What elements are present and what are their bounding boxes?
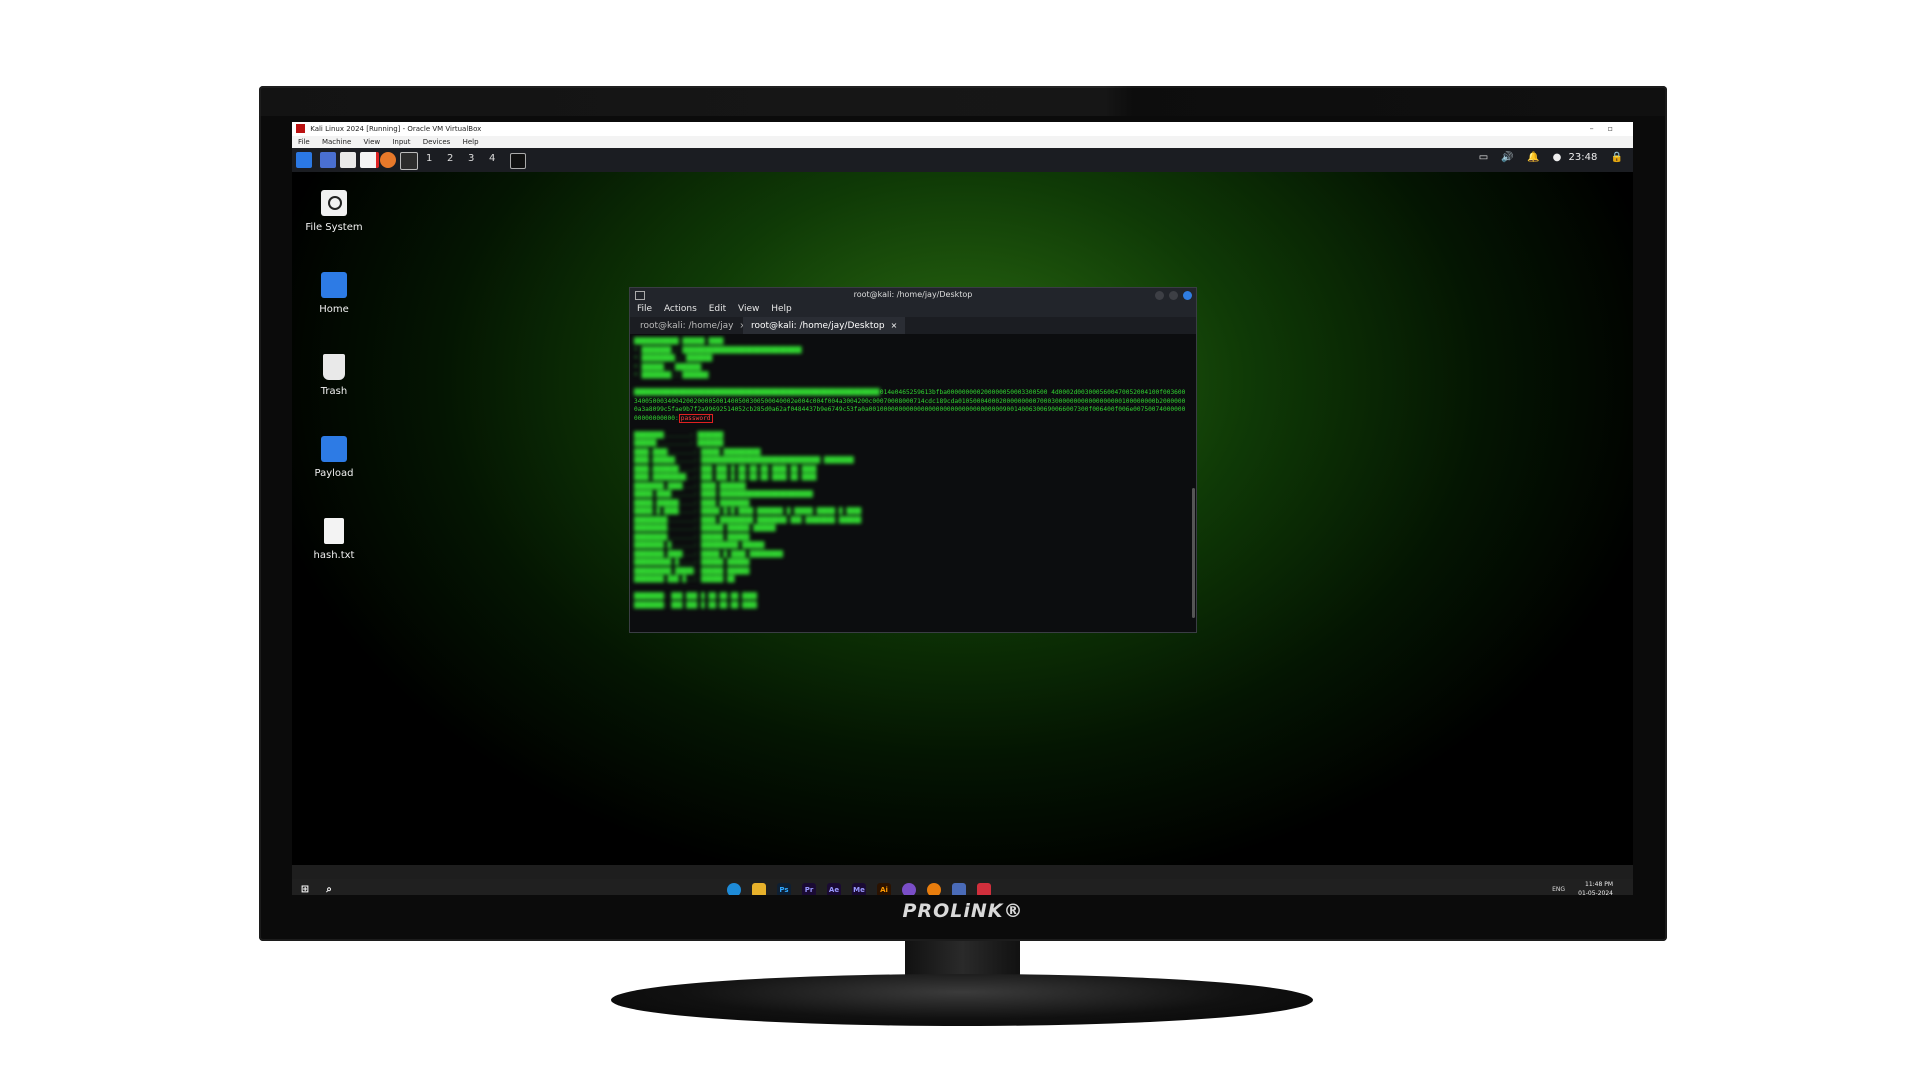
text-editor-icon[interactable] xyxy=(360,152,379,168)
kali-top-panel: 1 2 3 4 ▭ 🔊 🔔 ● 23:48 🔒 xyxy=(292,148,1633,172)
search-icon[interactable]: ⌕ xyxy=(322,883,336,895)
workspace-3[interactable]: 3 xyxy=(468,153,474,164)
terminal-window-icon xyxy=(635,291,645,300)
tab-label: root@kali: /home/jay xyxy=(640,321,734,331)
desktop-icon-label: Home xyxy=(319,304,349,315)
desktop-icon-label: Payload xyxy=(314,468,354,479)
workspace-1[interactable]: 1 xyxy=(426,153,432,164)
terminal-launcher-icon[interactable] xyxy=(400,152,418,170)
vbox-menu-view[interactable]: View xyxy=(364,138,381,146)
terminal-tabs: root@kali: /home/jay× root@kali: /home/j… xyxy=(630,317,1196,334)
vbox-window-title: Kali Linux 2024 [Running] - Oracle VM Vi… xyxy=(310,125,482,133)
terminal-tab-2[interactable]: root@kali: /home/jay/Desktop × xyxy=(743,317,906,334)
language-indicator[interactable]: ENG xyxy=(1552,886,1565,893)
cracked-hash-line: ████████████████████████████████████████… xyxy=(634,389,1186,423)
drive-icon xyxy=(321,190,347,216)
vbox-menu-input[interactable]: Input xyxy=(392,138,410,146)
cracked-password-highlight: password xyxy=(678,413,713,423)
vbox-status-strip xyxy=(292,865,1633,879)
notification-bell-icon[interactable]: 🔔 xyxy=(1527,152,1539,163)
monitor-bezel: Kali Linux 2024 [Running] - Oracle VM Vi… xyxy=(259,86,1667,941)
panel-clock[interactable]: 23:48 xyxy=(1569,152,1598,163)
terminal-window[interactable]: root@kali: /home/jay/Desktop File Action… xyxy=(629,287,1197,633)
windows-start-icon[interactable]: ⊞ xyxy=(298,883,312,895)
trash-icon xyxy=(323,354,345,380)
vbox-menu-machine[interactable]: Machine xyxy=(322,138,351,146)
desktop: File System Home Trash Payload hash.txt xyxy=(292,172,1633,865)
volume-icon[interactable]: 🔊 xyxy=(1501,152,1513,163)
home-folder-icon xyxy=(321,272,347,298)
maximize-button[interactable] xyxy=(1169,291,1178,300)
terminal-menu-file[interactable]: File xyxy=(637,304,652,314)
close-tab-icon[interactable]: × xyxy=(891,321,898,330)
close-button[interactable] xyxy=(1183,291,1192,300)
virtualbox-icon xyxy=(296,124,305,133)
blurred-session-stats: ████████.......: ███████ ██████.........… xyxy=(634,431,862,609)
desktop-icon-trash[interactable]: Trash xyxy=(299,354,369,397)
desktop-icon-hash-file[interactable]: hash.txt xyxy=(299,518,369,561)
file-manager-icon[interactable] xyxy=(340,152,356,168)
vbox-menu-file[interactable]: File xyxy=(298,138,310,146)
terminal-menu-actions[interactable]: Actions xyxy=(664,304,697,314)
firefox-icon[interactable] xyxy=(380,152,396,168)
show-desktop-icon[interactable] xyxy=(320,152,336,168)
vbox-menu-help[interactable]: Help xyxy=(463,138,479,146)
bezel-gloss xyxy=(259,86,1667,116)
edge-icon[interactable] xyxy=(727,883,741,895)
terminal-scrollbar[interactable] xyxy=(1192,488,1195,618)
terminal-title: root@kali: /home/jay/Desktop xyxy=(853,290,973,299)
taskbar-date: 01-05-2024 xyxy=(1578,890,1613,895)
window-controls[interactable]: –▫ xyxy=(1590,122,1627,136)
app-icon[interactable] xyxy=(902,883,916,895)
after-effects-icon[interactable]: Ae xyxy=(827,883,841,895)
panel-tray: ▭ 🔊 🔔 ● 23:48 🔒 xyxy=(1469,152,1623,163)
desktop-icon-file-system[interactable]: File System xyxy=(299,190,369,233)
screen: Kali Linux 2024 [Running] - Oracle VM Vi… xyxy=(292,122,1633,895)
terminal-menu-edit[interactable]: Edit xyxy=(709,304,726,314)
tab-label: root@kali: /home/jay/Desktop xyxy=(751,321,885,331)
photoshop-icon[interactable]: Ps xyxy=(777,883,791,895)
locked-file-icon xyxy=(324,518,344,544)
virtualbox-taskbar-icon[interactable] xyxy=(952,883,966,895)
lock-icon[interactable]: 🔒 xyxy=(1611,152,1623,163)
clock-icon[interactable]: ● xyxy=(1553,152,1562,163)
vbox-title-bar: Kali Linux 2024 [Running] - Oracle VM Vi… xyxy=(292,122,1633,136)
premiere-icon[interactable]: Pr xyxy=(802,883,816,895)
terminal-menu-view[interactable]: View xyxy=(738,304,759,314)
media-encoder-icon[interactable]: Me xyxy=(852,883,866,895)
app-icon[interactable] xyxy=(977,883,991,895)
vbox-menu-devices[interactable]: Devices xyxy=(423,138,451,146)
desktop-icon-label: File System xyxy=(305,222,363,233)
monitor-brand-logo: PROLiNK® xyxy=(902,900,1024,922)
folder-icon xyxy=(321,436,347,462)
terminal-output[interactable]: ████████████ ██████ ████ * ████████.: ██… xyxy=(630,335,1190,632)
display-icon[interactable]: ▭ xyxy=(1479,152,1488,163)
workspace-4[interactable]: 4 xyxy=(489,153,495,164)
terminal-tab-1[interactable]: root@kali: /home/jay× xyxy=(632,317,754,334)
desktop-icon-label: hash.txt xyxy=(313,550,355,561)
terminal-menubar: File Actions Edit View Help xyxy=(630,302,1196,317)
terminal-title-bar[interactable]: root@kali: /home/jay/Desktop xyxy=(630,288,1196,302)
desktop-icon-home[interactable]: Home xyxy=(299,272,369,315)
taskbar-time: 11:48 PM xyxy=(1585,881,1613,888)
terminal-taskbar-icon[interactable] xyxy=(510,153,526,169)
desktop-icon-label: Trash xyxy=(320,386,348,397)
illustrator-icon[interactable]: Ai xyxy=(877,883,891,895)
desktop-icon-payload[interactable]: Payload xyxy=(299,436,369,479)
blender-icon[interactable] xyxy=(927,883,941,895)
minimize-button[interactable] xyxy=(1155,291,1164,300)
vbox-menubar: File Machine View Input Devices Help xyxy=(292,136,1633,148)
taskbar-clock[interactable]: 11:48 PM 01-05-2024 xyxy=(1578,880,1613,895)
workspace-2[interactable]: 2 xyxy=(447,153,453,164)
windows-taskbar: ⊞ ⌕ Ps Pr Ae Me Ai ENG 11:48 PM 01-05-20… xyxy=(292,879,1633,895)
kali-menu-icon[interactable] xyxy=(296,152,312,168)
terminal-menu-help[interactable]: Help xyxy=(771,304,792,314)
monitor-stand-base xyxy=(611,974,1313,1026)
explorer-icon[interactable] xyxy=(752,883,766,895)
blurred-output-header: ████████████ ██████ ████ * ████████.: ██… xyxy=(634,338,802,379)
